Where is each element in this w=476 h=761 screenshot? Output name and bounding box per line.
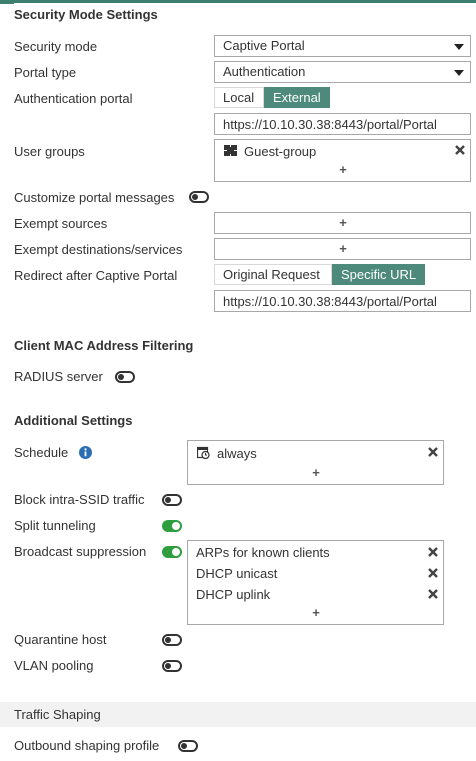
info-icon[interactable] xyxy=(79,446,92,459)
authentication-portal-label: Authentication portal xyxy=(14,91,133,106)
user-groups-label: User groups xyxy=(14,144,85,159)
redirect-url-input[interactable]: https://10.10.30.38:8443/portal/Portal xyxy=(214,290,471,312)
schedule-field[interactable]: always + xyxy=(187,440,444,485)
vlan-pooling-label: VLAN pooling xyxy=(14,658,94,673)
schedule-icon xyxy=(197,446,210,459)
customize-portal-messages-label: Customize portal messages xyxy=(14,190,175,205)
redirect-specific-url-option[interactable]: Specific URL xyxy=(332,264,425,285)
radius-server-toggle[interactable] xyxy=(115,371,135,383)
exempt-sources-field[interactable]: + xyxy=(214,212,471,234)
top-accent-bar xyxy=(0,0,476,4)
security-mode-value: Captive Portal xyxy=(223,38,305,53)
broadcast-suppression-toggle[interactable] xyxy=(162,546,182,558)
remove-icon[interactable] xyxy=(427,546,439,558)
chevron-down-icon xyxy=(454,70,464,76)
block-intra-ssid-toggle[interactable] xyxy=(162,494,182,506)
add-exempt-source-button[interactable]: + xyxy=(337,215,349,230)
auth-portal-url-value: https://10.10.30.38:8443/portal/Portal xyxy=(223,117,437,132)
redirect-original-request-option[interactable]: Original Request xyxy=(214,264,332,285)
broadcast-suppression-field[interactable]: ARPs for known clients DHCP unicast DHCP… xyxy=(187,540,444,625)
schedule-item: always xyxy=(217,446,257,461)
broadcast-item-dhcp-unicast: DHCP unicast xyxy=(196,566,278,581)
radius-server-label: RADIUS server xyxy=(14,369,103,384)
redirect-after-portal-label: Redirect after Captive Portal xyxy=(14,268,178,283)
portal-type-value: Authentication xyxy=(223,64,306,79)
remove-icon[interactable] xyxy=(454,144,466,156)
add-user-group-button[interactable]: + xyxy=(337,162,349,177)
remove-icon[interactable] xyxy=(427,446,439,458)
split-tunneling-toggle[interactable] xyxy=(162,520,182,532)
exempt-destinations-label: Exempt destinations/services xyxy=(14,242,183,257)
security-mode-settings-heading: Security Mode Settings xyxy=(14,7,158,22)
chevron-down-icon xyxy=(454,44,464,50)
add-schedule-button[interactable]: + xyxy=(310,465,322,480)
group-icon xyxy=(224,145,237,156)
vlan-pooling-toggle[interactable] xyxy=(162,660,182,672)
user-groups-field[interactable]: Guest-group + xyxy=(214,139,471,182)
traffic-shaping-heading: Traffic Shaping xyxy=(14,707,101,722)
outbound-shaping-profile-toggle[interactable] xyxy=(178,740,198,752)
auth-portal-external-option[interactable]: External xyxy=(264,87,330,108)
broadcast-item-arps: ARPs for known clients xyxy=(196,545,330,560)
schedule-label: Schedule xyxy=(14,445,69,460)
split-tunneling-label: Split tunneling xyxy=(14,518,96,533)
portal-type-label: Portal type xyxy=(14,65,77,80)
add-exempt-destination-button[interactable]: + xyxy=(337,241,349,256)
portal-type-select[interactable]: Authentication xyxy=(214,61,471,83)
quarantine-host-toggle[interactable] xyxy=(162,634,182,646)
traffic-shaping-section-header[interactable]: Traffic Shaping xyxy=(0,702,476,727)
auth-portal-local-option[interactable]: Local xyxy=(214,87,264,108)
redirect-url-value: https://10.10.30.38:8443/portal/Portal xyxy=(223,294,437,309)
security-mode-select[interactable]: Captive Portal xyxy=(214,35,471,57)
auth-portal-url-input[interactable]: https://10.10.30.38:8443/portal/Portal xyxy=(214,113,471,135)
broadcast-suppression-label: Broadcast suppression xyxy=(14,544,147,559)
additional-settings-heading: Additional Settings xyxy=(14,413,133,428)
quarantine-host-label: Quarantine host xyxy=(14,632,107,647)
customize-portal-messages-toggle[interactable] xyxy=(189,191,209,203)
broadcast-item-dhcp-uplink: DHCP uplink xyxy=(196,587,271,602)
add-broadcast-item-button[interactable]: + xyxy=(310,605,322,620)
security-mode-label: Security mode xyxy=(14,39,98,54)
outbound-shaping-profile-label: Outbound shaping profile xyxy=(14,738,160,753)
block-intra-ssid-label: Block intra-SSID traffic xyxy=(14,492,145,507)
exempt-sources-label: Exempt sources xyxy=(14,216,108,231)
remove-icon[interactable] xyxy=(427,567,439,579)
exempt-destinations-field[interactable]: + xyxy=(214,238,471,260)
client-mac-filtering-heading: Client MAC Address Filtering xyxy=(14,338,194,353)
remove-icon[interactable] xyxy=(427,588,439,600)
user-group-item: Guest-group xyxy=(244,144,317,159)
